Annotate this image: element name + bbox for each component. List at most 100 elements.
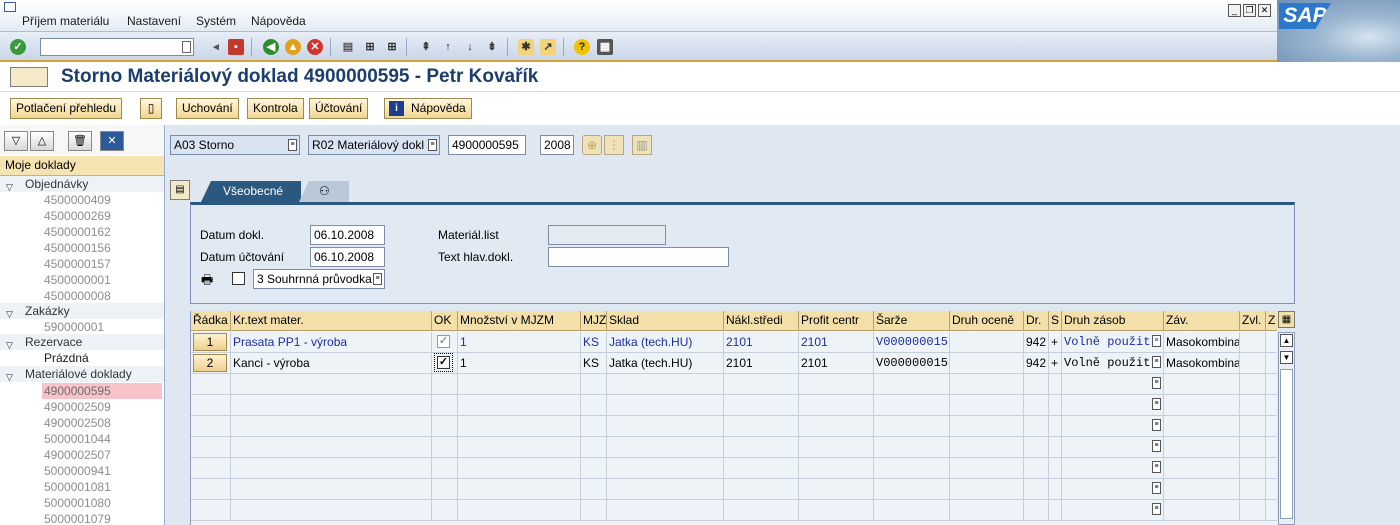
nav-item[interactable]: 4500000269 [44,208,111,224]
previous-page-icon[interactable]: ↑ [440,39,456,55]
col-header-qty[interactable]: Množství v MJZM [458,311,581,331]
empty-cell[interactable] [1266,395,1277,416]
close-icon[interactable]: ✕ [1258,4,1271,17]
empty-cell[interactable] [231,416,432,437]
empty-cell[interactable] [1164,395,1240,416]
empty-cell[interactable] [950,416,1024,437]
nav-item[interactable]: 590000001 [44,319,104,335]
col-header-line[interactable]: Řádka [191,311,231,331]
dropdown-icon[interactable]: ≡ [1152,377,1161,389]
empty-cell[interactable] [799,395,874,416]
empty-cell[interactable] [231,437,432,458]
empty-cell[interactable] [1049,374,1062,395]
nav-item[interactable]: 5000001079 [44,511,111,525]
empty-cell[interactable] [458,500,581,521]
empty-cell[interactable] [231,500,432,521]
empty-cell[interactable] [191,500,231,521]
empty-cell[interactable] [874,500,950,521]
empty-cell[interactable] [607,395,724,416]
empty-cell[interactable] [581,458,607,479]
empty-cell[interactable] [724,500,799,521]
collapse-triangle-icon[interactable]: ▽ [6,369,13,385]
dropdown-icon[interactable]: ≡ [1152,461,1161,473]
row-select-button[interactable]: 1 [193,333,227,351]
dropdown-icon[interactable]: ≡ [1152,503,1161,515]
new-document-button[interactable]: ▯ [140,98,162,119]
col-header-movement[interactable]: Dr. [1024,311,1049,331]
empty-cell[interactable] [1049,437,1062,458]
row-1-sloc[interactable]: Jatka (tech.HU) [607,332,724,353]
detail-toggle-icon[interactable]: ▤ [170,180,190,200]
hold-icon[interactable]: ⋮ [604,135,624,155]
print-icon[interactable]: 🖶 [201,271,213,293]
empty-cell[interactable] [874,458,950,479]
col-header-sign[interactable]: S [1049,311,1062,331]
year-field[interactable]: 2008 [540,135,574,155]
empty-cell[interactable] [458,458,581,479]
ok-checkbox[interactable]: ✓ [434,353,453,372]
layout-icon[interactable]: ▥ [632,135,652,155]
column-config-icon[interactable]: ▦ [1278,311,1295,328]
tab-general[interactable]: Všeobecné [201,181,301,202]
vertical-scrollbar[interactable]: ▲ ▼ [1278,332,1295,525]
back-arrow-icon[interactable]: ◂ [208,39,224,55]
dropdown-icon[interactable]: ≡ [1152,356,1161,368]
empty-cell[interactable] [799,416,874,437]
empty-cell[interactable] [1164,437,1240,458]
empty-cell[interactable]: ≡ [1062,395,1164,416]
reference-select[interactable]: R02 Materiálový dokl ≡ [308,135,440,155]
layout-menu-icon[interactable]: ▦ [597,39,613,55]
nav-item[interactable]: 4900002509 [44,399,111,415]
empty-cell[interactable] [458,416,581,437]
empty-cell[interactable] [724,458,799,479]
print-checkbox[interactable] [232,272,245,285]
empty-cell[interactable] [432,458,458,479]
last-page-icon[interactable]: ⇟ [484,39,500,55]
nav-section-material-documents[interactable]: ▽ Materiálové doklady [0,366,164,385]
row-2-sloc[interactable]: Jatka (tech.HU) [607,353,724,374]
col-header-cost-center[interactable]: Nákl.středi [724,311,799,331]
menu-item-material-receipt[interactable]: Příjem materiálu [22,14,109,28]
empty-cell[interactable] [607,479,724,500]
dropdown-icon[interactable]: ≡ [1152,440,1161,452]
empty-cell[interactable] [1024,374,1049,395]
tab-partners[interactable]: ⚇ [299,181,349,202]
nav-item-selected[interactable]: 4900000595 [42,383,162,399]
empty-cell[interactable] [231,374,432,395]
cancel-icon[interactable]: ✕ [307,39,323,55]
nav-item[interactable]: 4500000156 [44,240,111,256]
col-header-special[interactable]: Zvl. [1240,311,1266,331]
exit-icon[interactable]: ▲ [285,39,301,55]
empty-cell[interactable] [724,395,799,416]
empty-cell[interactable] [1240,500,1266,521]
post-button[interactable]: Účtování [309,98,369,119]
empty-cell[interactable]: ≡ [1062,374,1164,395]
doc-date-field[interactable]: 06.10.2008 [310,225,385,245]
empty-cell[interactable] [1266,458,1277,479]
save-button[interactable]: Uchování [176,98,239,119]
empty-cell[interactable] [724,437,799,458]
col-header-stock-type[interactable]: Druh zásob [1062,311,1164,331]
empty-cell[interactable] [1266,374,1277,395]
collapse-triangle-icon[interactable]: ▽ [6,306,13,322]
row-1-batch[interactable]: V000000015 [874,332,950,353]
empty-cell[interactable] [1024,416,1049,437]
empty-cell[interactable] [950,479,1024,500]
row-2-batch[interactable]: V000000015 [874,353,950,374]
menu-item-system[interactable]: Systém [196,14,236,28]
print-icon[interactable]: ▤ [340,39,356,55]
nav-item[interactable]: 4500000162 [44,224,111,240]
row-select-button[interactable]: 2 [193,354,227,372]
empty-cell[interactable] [191,416,231,437]
empty-cell[interactable] [1266,479,1277,500]
command-history-icon[interactable] [182,41,191,53]
scroll-up-icon[interactable]: ▲ [1280,334,1293,347]
post-date-field[interactable]: 06.10.2008 [310,247,385,267]
row-2-cost-center[interactable]: 2101 [724,353,799,374]
document-number-field[interactable]: 4900000595 [448,135,526,155]
empty-cell[interactable] [1266,416,1277,437]
empty-cell[interactable] [1266,437,1277,458]
enter-icon[interactable]: ✓ [10,39,26,55]
empty-cell[interactable] [950,395,1024,416]
empty-cell[interactable] [1240,479,1266,500]
